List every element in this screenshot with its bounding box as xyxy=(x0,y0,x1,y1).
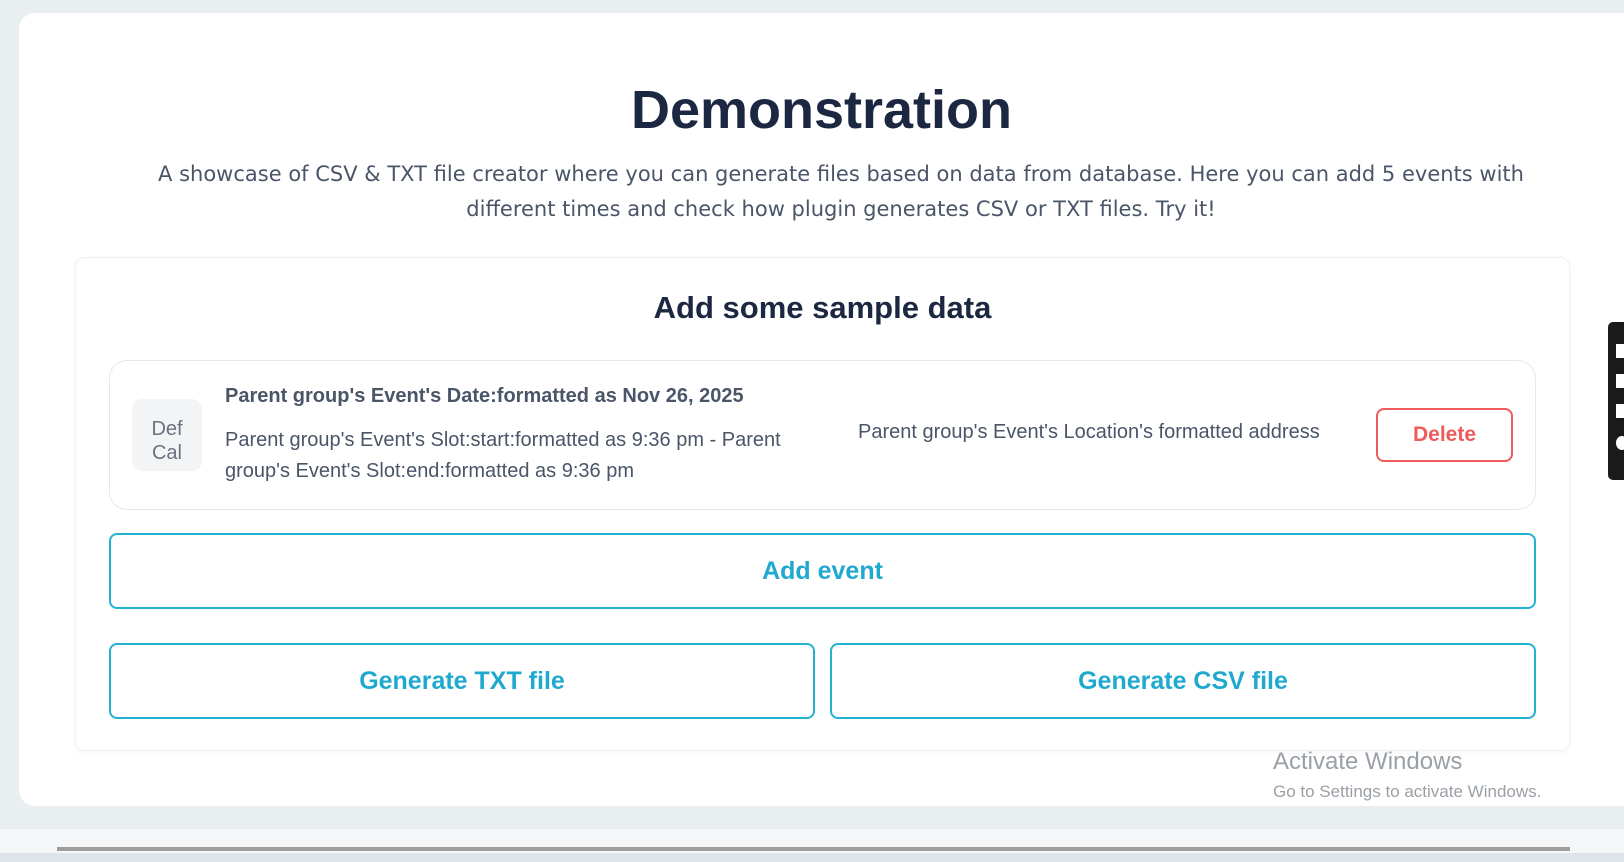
horizontal-scrollbar[interactable] xyxy=(57,847,1570,851)
page-subtitle: A showcase of CSV & TXT file creator whe… xyxy=(158,162,1524,221)
event-time: Parent group's Event's Slot:start:format… xyxy=(225,429,781,482)
copy-icon[interactable] xyxy=(1616,404,1624,418)
delete-button[interactable]: Delete xyxy=(1376,408,1513,462)
card-heading: Add some sample data xyxy=(653,290,992,325)
camera-icon[interactable] xyxy=(1616,344,1624,358)
square-icon[interactable] xyxy=(1616,374,1624,388)
page-title: Demonstration xyxy=(630,80,1013,140)
generate-csv-button[interactable]: Generate CSV file xyxy=(830,643,1536,719)
event-location: Parent group's Event's Location's format… xyxy=(858,421,1320,443)
taskbar-edge xyxy=(0,853,1624,862)
event-item: Def Cal Parent group's Event's Date:form… xyxy=(109,360,1536,510)
sample-data-card: Add some sample data Def Cal Parent grou… xyxy=(75,257,1570,751)
bottom-strip xyxy=(0,829,1624,862)
watermark-subtitle: Go to Settings to activate Windows. xyxy=(1273,782,1542,801)
gear-icon[interactable] xyxy=(1616,436,1624,450)
add-event-button[interactable]: Add event xyxy=(109,533,1536,609)
thumb-text: Cal xyxy=(151,442,182,464)
floating-toolbar xyxy=(1608,322,1624,480)
event-date: Parent group's Event's Date:formatted as… xyxy=(225,385,744,407)
generate-txt-button[interactable]: Generate TXT file xyxy=(109,643,815,719)
thumb-text: Def xyxy=(151,418,183,440)
watermark-title: Activate Windows xyxy=(1273,748,1463,775)
activate-windows-watermark: Activate Windows Go to Settings to activ… xyxy=(1273,748,1541,802)
event-thumbnail: Def Cal xyxy=(132,399,202,471)
